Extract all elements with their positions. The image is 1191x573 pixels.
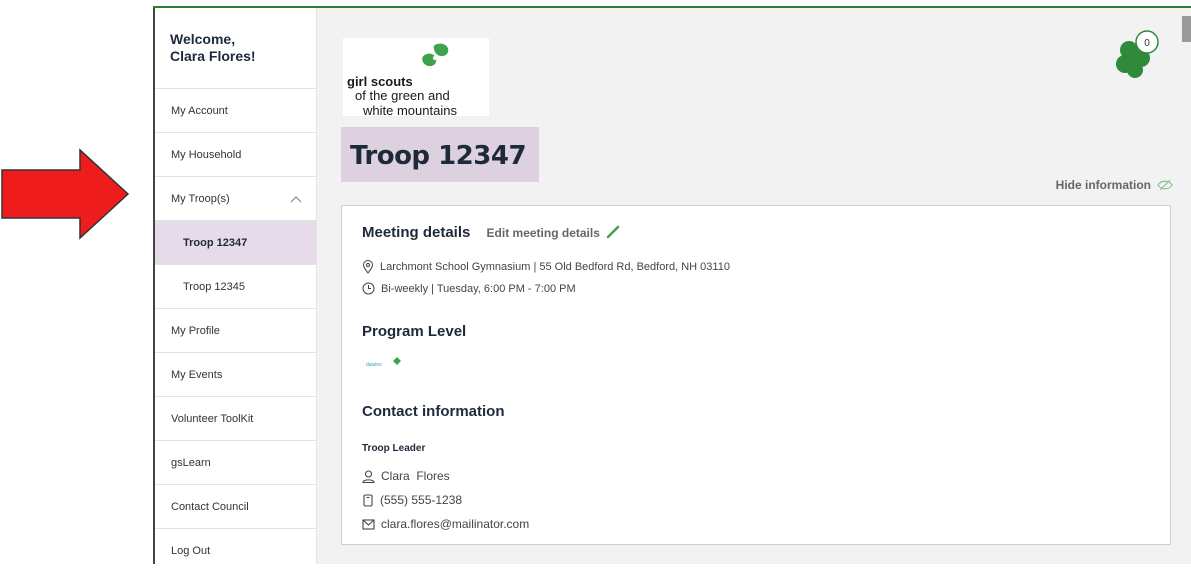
meeting-schedule: Bi-weekly | Tuesday, 6:00 PM - 7:00 PM	[362, 282, 576, 295]
contact-phone-text: (555) 555-1238	[380, 493, 463, 507]
eye-slash-icon	[1157, 179, 1173, 191]
scrollbar-thumb[interactable]	[1182, 16, 1191, 42]
page-title: Troop 12347	[350, 141, 527, 171]
sidebar-item-my-account[interactable]: My Account	[155, 89, 316, 133]
right-arrow-annotation	[1, 148, 130, 240]
contact-information-heading: Contact information	[362, 403, 505, 420]
contact-email: clara.flores@mailinator.com	[362, 517, 529, 531]
logo-title: girl scouts	[347, 74, 413, 89]
user-name: Clara Flores!	[170, 48, 256, 64]
sidebar-item-my-profile[interactable]: My Profile	[155, 309, 316, 353]
sidebar-item-troop-12347[interactable]: Troop 12347	[155, 221, 316, 265]
sidebar-item-label: Contact Council	[171, 500, 249, 513]
clock-icon	[362, 282, 375, 295]
sidebar-item-label: Volunteer ToolKit	[171, 412, 254, 425]
meeting-details-title: Meeting details	[362, 224, 471, 241]
location-pin-icon	[362, 260, 374, 274]
clover-icon	[422, 43, 449, 67]
sidebar-item-label: My Household	[171, 148, 242, 161]
clover-icon	[393, 357, 401, 365]
logo-subtitle-line: of the green and	[355, 88, 450, 103]
council-logo[interactable]: girl scouts of the green and white mount…	[343, 38, 489, 118]
contact-phone: (555) 555-1238	[362, 493, 462, 507]
meeting-details-heading: Meeting details Edit meeting details	[362, 224, 620, 241]
sidebar-item-label: My Profile	[171, 324, 220, 337]
sidebar: Welcome, Clara Flores! My Account My Hou…	[153, 8, 317, 564]
pencil-icon[interactable]	[606, 225, 620, 239]
hide-information-button[interactable]: Hide information	[1056, 178, 1173, 192]
sidebar-item-gslearn[interactable]: gsLearn	[155, 441, 316, 485]
welcome-text: Welcome,	[170, 31, 236, 47]
contact-role: Troop Leader	[362, 443, 426, 454]
phone-icon	[363, 493, 373, 507]
program-level-badge: daisies	[366, 356, 406, 372]
troop-title-banner: Troop 12347	[341, 127, 539, 182]
troop-info-card: Meeting details Edit meeting details Lar…	[341, 205, 1171, 545]
edit-meeting-details-link[interactable]: Edit meeting details	[487, 226, 600, 240]
logo-subtitle-line: white mountains	[363, 103, 457, 118]
chevron-up-icon[interactable]	[290, 195, 302, 203]
sidebar-item-label: My Troop(s)	[171, 192, 230, 205]
sidebar-item-label: Troop 12347	[183, 236, 248, 249]
sidebar-item-label: Log Out	[171, 545, 211, 557]
sidebar-item-label: Troop 12345	[183, 280, 245, 293]
app-window: Welcome, Clara Flores! My Account My Hou…	[153, 6, 1191, 564]
sidebar-item-my-events[interactable]: My Events	[155, 353, 316, 397]
sidebar-item-my-household[interactable]: My Household	[155, 133, 316, 177]
sidebar-item-volunteer-toolkit[interactable]: Volunteer ToolKit	[155, 397, 316, 441]
sidebar-item-log-out[interactable]: Log Out	[155, 529, 316, 573]
meeting-schedule-text: Bi-weekly | Tuesday, 6:00 PM - 7:00 PM	[381, 282, 576, 295]
contact-email-text[interactable]: clara.flores@mailinator.com	[381, 517, 529, 531]
mail-icon	[362, 518, 375, 530]
meeting-location-text: Larchmont School Gymnasium | 55 Old Bedf…	[380, 261, 730, 273]
hide-information-label: Hide information	[1055, 178, 1151, 192]
sidebar-item-label: gsLearn	[171, 456, 211, 469]
sidebar-item-my-troops[interactable]: My Troop(s)	[155, 177, 316, 221]
contact-name: Clara Flores	[362, 469, 450, 483]
notification-clover-icon[interactable]: 0	[1111, 28, 1161, 84]
person-icon	[362, 469, 375, 483]
main-content: girl scouts of the green and white mount…	[317, 8, 1191, 564]
sidebar-item-label: My Events	[171, 368, 223, 381]
welcome-header: Welcome, Clara Flores!	[155, 8, 316, 89]
program-level-heading: Program Level	[362, 323, 467, 340]
meeting-location: Larchmont School Gymnasium | 55 Old Bedf…	[362, 260, 730, 274]
sidebar-item-label: My Account	[171, 104, 228, 117]
program-level-label: daisies	[366, 362, 382, 368]
sidebar-item-contact-council[interactable]: Contact Council	[155, 485, 316, 529]
notification-count: 0	[1144, 38, 1150, 49]
sidebar-item-troop-12345[interactable]: Troop 12345	[155, 265, 316, 309]
logo-subtitle: of the green and white mountains	[355, 88, 457, 118]
contact-name-text: Clara Flores	[381, 469, 450, 483]
